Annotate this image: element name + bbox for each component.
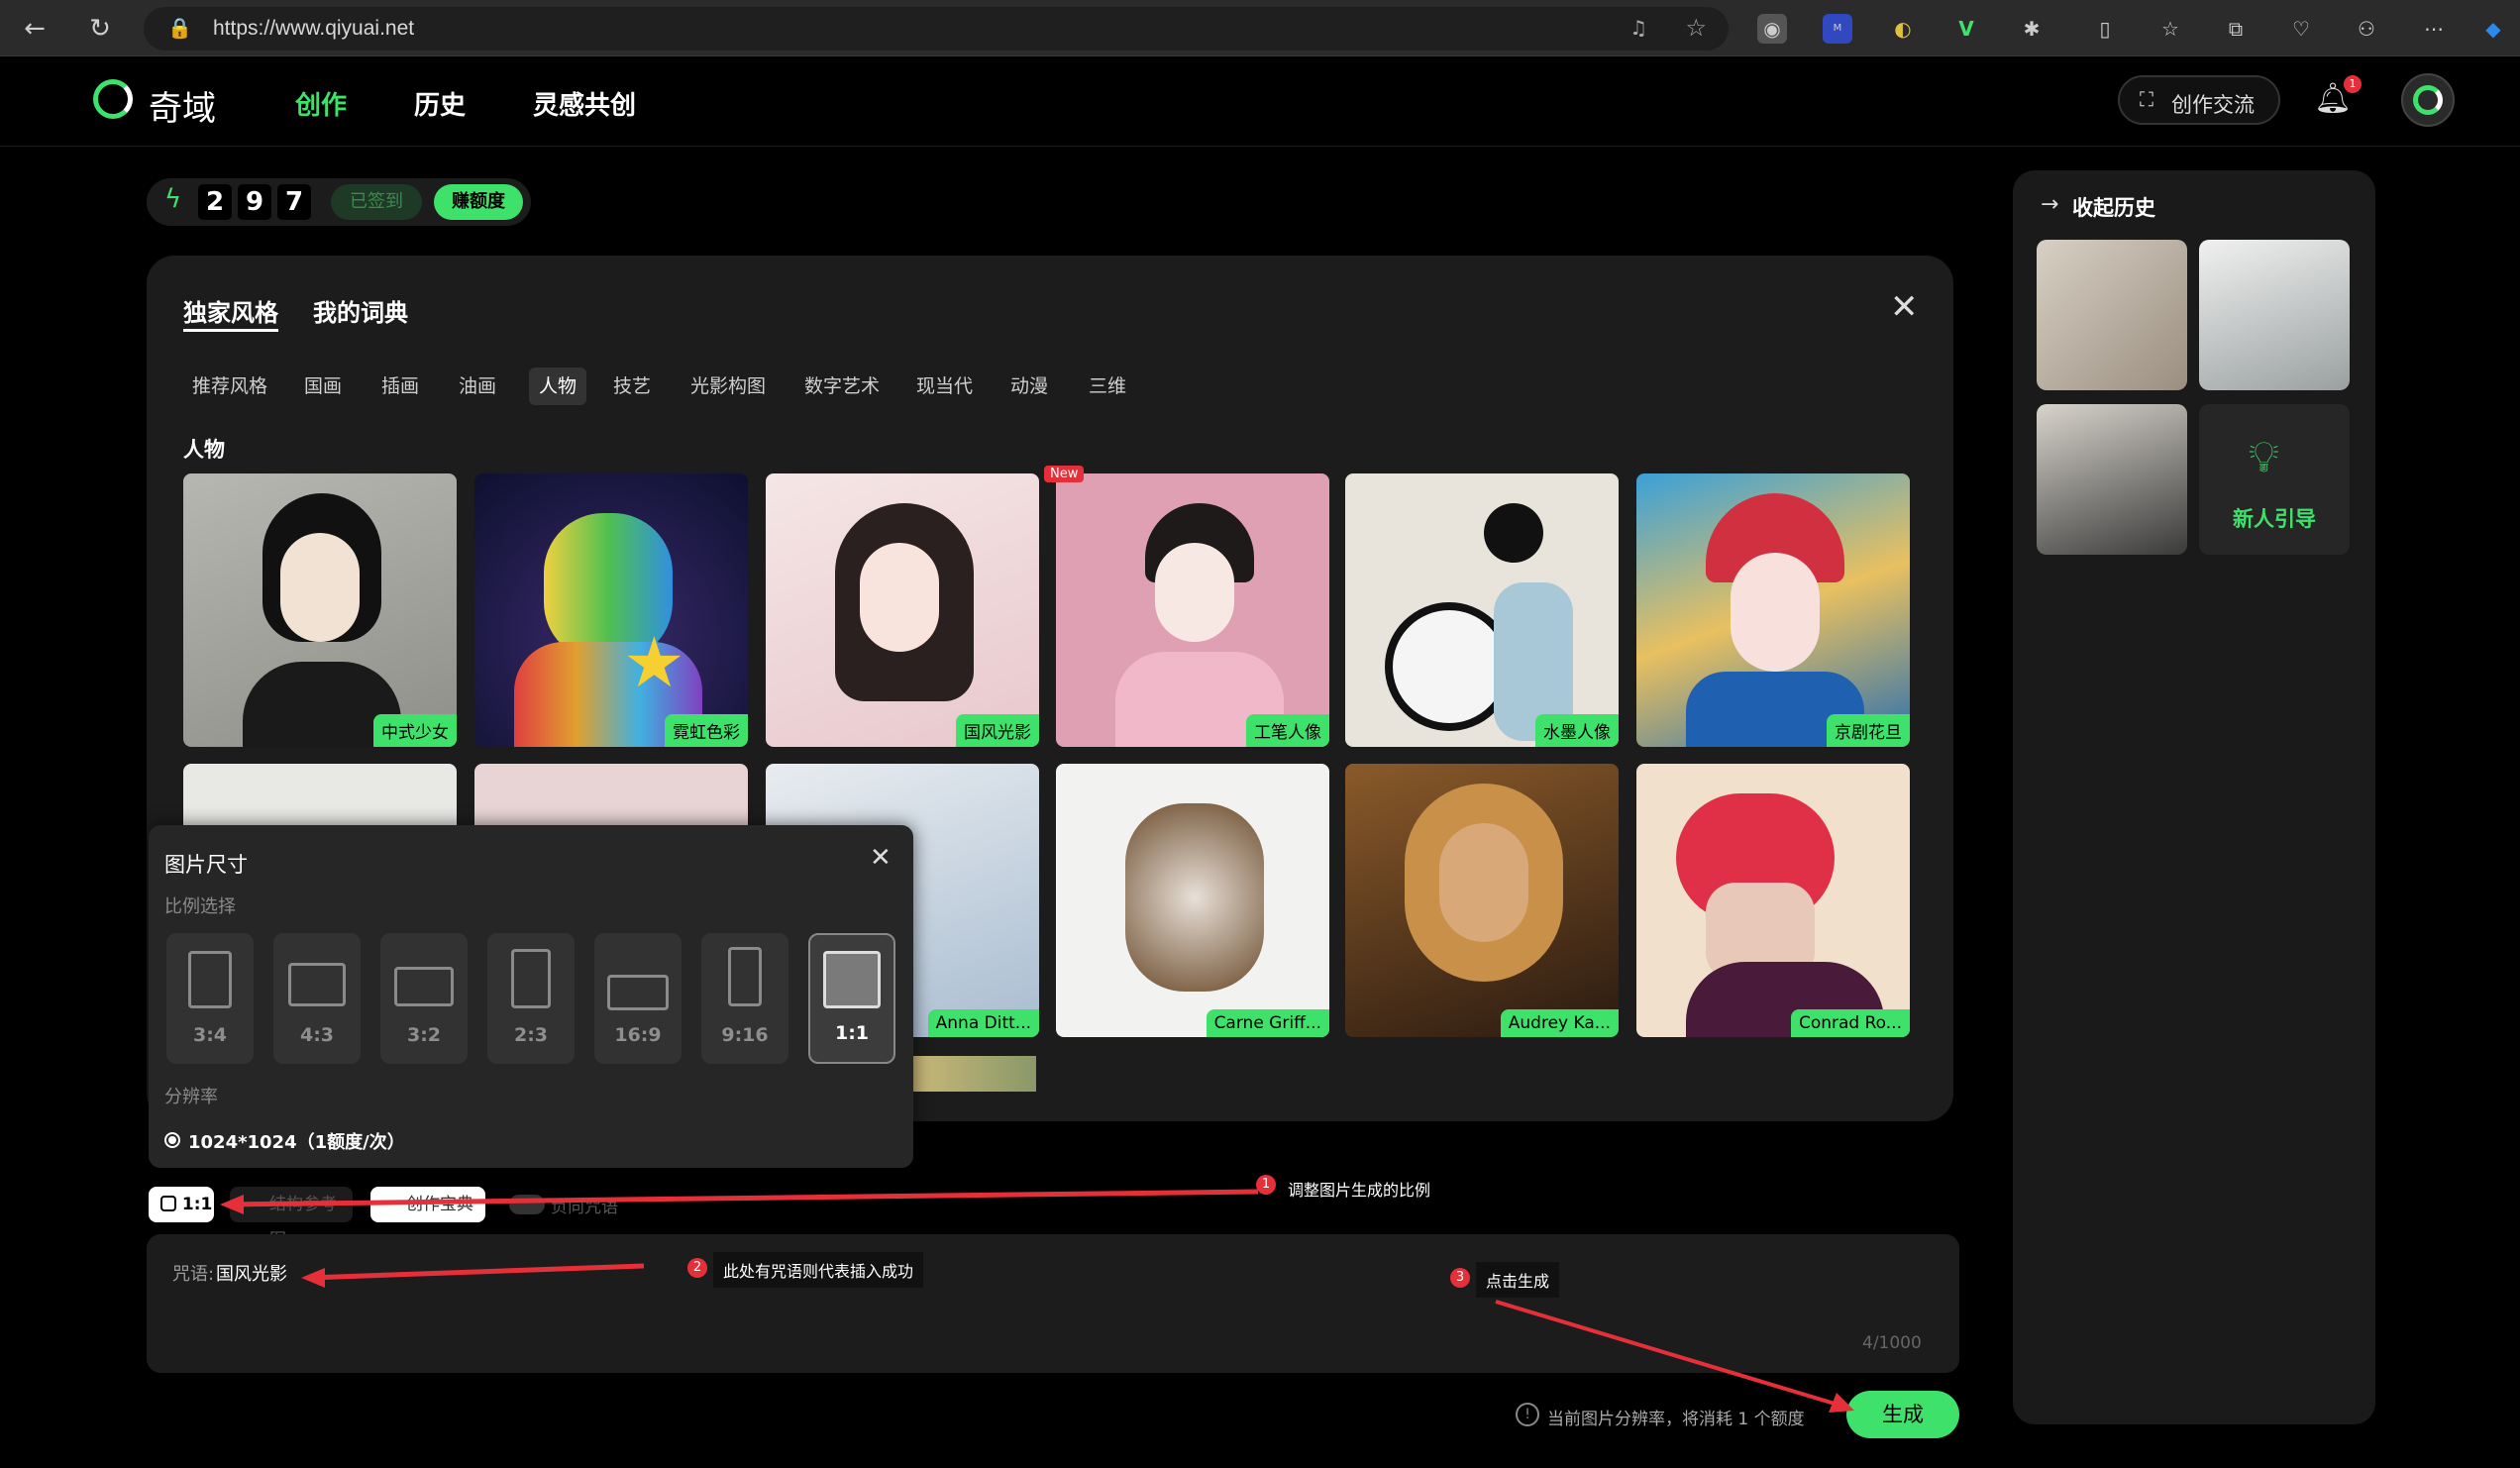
annotation-arrows [220, 1189, 1854, 1413]
annotation-number: 2 [687, 1258, 707, 1278]
annotation-arrow-3 [1495, 1300, 1845, 1409]
annotation-text: 此处有咒语则代表插入成功 [713, 1252, 924, 1288]
annotation-text: 调整图片生成的比例 [1288, 1181, 1431, 1200]
annotation-arrow-2 [308, 1263, 645, 1281]
annotation-number: 3 [1450, 1268, 1470, 1288]
arrowhead-2 [301, 1268, 325, 1288]
annotation-number: 1 [1256, 1175, 1276, 1195]
annotation-text: 点击生成 [1476, 1262, 1560, 1298]
annotation-arrow-1 [225, 1189, 1259, 1207]
arrowhead-1 [220, 1195, 244, 1214]
